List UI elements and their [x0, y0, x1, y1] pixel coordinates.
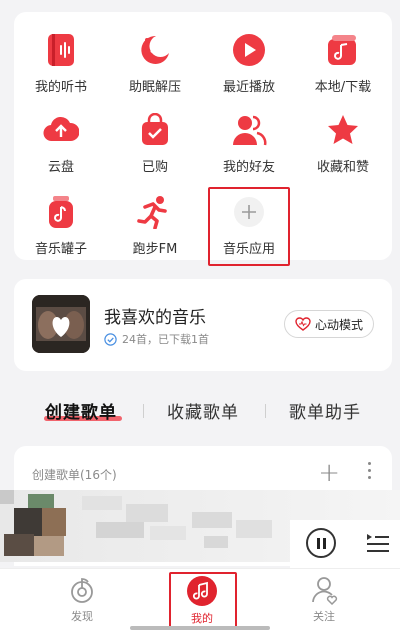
- heart-icon: [295, 317, 311, 331]
- highlight-box-mine-tab: [169, 572, 237, 628]
- book-audio-icon: [43, 32, 79, 68]
- grid-item-recent[interactable]: 最近播放: [202, 32, 296, 102]
- cloud-upload-icon: [43, 112, 79, 148]
- tab-created-playlists[interactable]: 创建歌单: [45, 398, 117, 423]
- grid-item-label: 已购: [141, 160, 168, 175]
- moon-icon: [137, 32, 173, 68]
- created-playlists-header: 创建歌单(16个): [32, 468, 117, 482]
- tab-playlist-assistant[interactable]: 歌单助手: [289, 398, 361, 423]
- grid-item-running-fm[interactable]: 跑步FM: [108, 194, 202, 264]
- nav-discover-label: 发现: [71, 610, 93, 623]
- nav-follow-label: 关注: [313, 610, 335, 623]
- playlist-tabs: 创建歌单 收藏歌单 歌单助手: [0, 392, 400, 428]
- liked-music-count: 24首，已下载1首: [122, 333, 209, 346]
- play-circle-icon: [231, 32, 267, 68]
- follow-icon: [312, 577, 338, 605]
- running-icon: [137, 194, 173, 230]
- grid-item-purchased[interactable]: 已购: [108, 112, 202, 182]
- downloaded-check-icon: [104, 332, 117, 346]
- grid-item-music-jar[interactable]: 音乐罐子: [14, 194, 108, 264]
- mini-player-controls: [290, 520, 400, 568]
- grid-item-label: 跑步FM: [132, 242, 178, 257]
- grid-item-sleep[interactable]: 助眠解压: [108, 32, 202, 102]
- grid-item-label: 我的好友: [222, 160, 275, 175]
- heart-mode-label: 心动模式: [314, 317, 363, 332]
- quick-access-card: 我的听书 助眠解压 最近播放 本地/下载 云盘 已购 我的好友 收藏和赞 音乐罐…: [14, 12, 392, 266]
- nav-discover[interactable]: 发现: [52, 575, 112, 624]
- grid-item-audiobooks[interactable]: 我的听书: [14, 32, 108, 102]
- tab-divider: [265, 404, 266, 418]
- grid-item-label: 收藏和赞: [316, 160, 369, 175]
- home-indicator: [130, 626, 270, 630]
- nav-follow[interactable]: 关注: [294, 575, 354, 624]
- grid-item-favorites[interactable]: 收藏和赞: [296, 112, 390, 182]
- grid-item-friends[interactable]: 我的好友: [202, 112, 296, 182]
- music-jar-icon: [43, 194, 79, 230]
- grid-item-label: 音乐罐子: [34, 242, 87, 257]
- tab-divider: [143, 404, 144, 418]
- discover-icon: [71, 578, 93, 603]
- heart-mode-button[interactable]: 心动模式: [283, 310, 374, 338]
- liked-music-cover: [32, 295, 90, 353]
- pause-button[interactable]: [306, 528, 336, 558]
- grid-item-label: 云盘: [47, 160, 74, 175]
- grid-item-label: 最近播放: [222, 80, 275, 95]
- grid-item-local-download[interactable]: 本地/下载: [296, 32, 390, 102]
- add-playlist-button[interactable]: +: [318, 458, 340, 488]
- friends-icon: [231, 112, 267, 148]
- music-note-icon: [325, 32, 361, 68]
- liked-music-card[interactable]: 我喜欢的音乐 24首，已下载1首 心动模式: [14, 279, 392, 371]
- highlight-box-music-apps: [208, 187, 290, 266]
- tab-collected-playlists[interactable]: 收藏歌单: [167, 398, 239, 423]
- grid-item-cloud[interactable]: 云盘: [14, 112, 108, 182]
- grid-item-label: 本地/下载: [314, 80, 372, 95]
- liked-music-title: 我喜欢的音乐: [104, 308, 206, 328]
- playlist-icon[interactable]: [366, 532, 390, 554]
- grid-item-label: 助眠解压: [128, 80, 181, 95]
- star-icon: [325, 112, 361, 148]
- liked-music-subtitle: 24首，已下载1首: [104, 331, 209, 347]
- more-options-icon[interactable]: [368, 462, 372, 483]
- grid-item-label: 我的听书: [34, 80, 87, 95]
- shopping-bag-icon: [137, 112, 173, 148]
